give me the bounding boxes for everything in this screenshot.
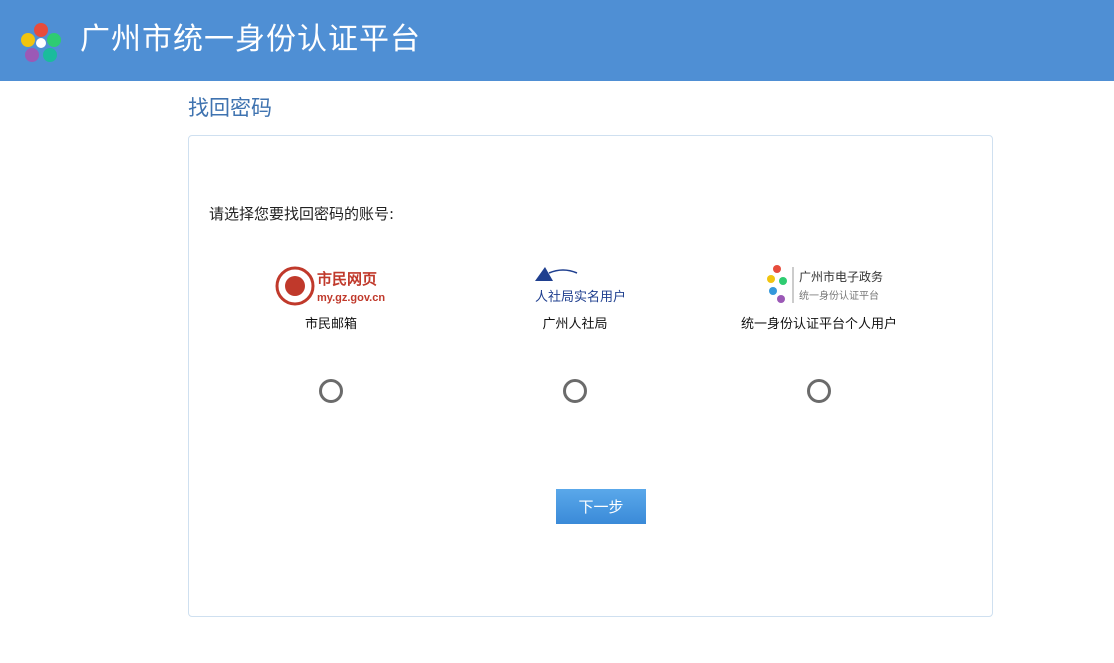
option-unified-personal[interactable]: 广州市电子政务 统一身份认证平台 统一身份认证平台个人用户 (697, 261, 941, 411)
citizen-web-logo-icon: 市民网页 my.gz.gov.cn (275, 266, 385, 306)
radio-citizen-mail[interactable] (319, 379, 343, 403)
flower-logo-icon (21, 23, 61, 62)
recover-password-card: 请选择您要找回密码的账号: 市民网页 my.gz.gov.cn 市民邮箱 人社局… (188, 135, 993, 617)
hrss-logo-icon: 人社局实名用户 (535, 267, 626, 304)
gz-egov-logo-text: 广州市电子政务 (799, 269, 883, 284)
citizen-web-logo-url: my.gz.gov.cn (317, 292, 385, 304)
radio-unified-personal[interactable] (807, 379, 831, 403)
option-label-gz-hrss: 广州人社局 (542, 317, 608, 332)
hrss-logo-text: 人社局实名用户 (535, 289, 626, 304)
page-title: 找回密码 (188, 96, 272, 120)
platform-title: 广州市统一身份认证平台 (80, 22, 421, 57)
option-label-unified-personal: 统一身份认证平台个人用户 (740, 317, 897, 332)
citizen-web-logo-text: 市民网页 (317, 270, 377, 288)
next-step-button[interactable]: 下一步 (556, 489, 646, 524)
option-gz-hrss[interactable]: 人社局实名用户 广州人社局 (453, 261, 697, 411)
option-citizen-mail[interactable]: 市民网页 my.gz.gov.cn 市民邮箱 (209, 261, 453, 411)
option-label-citizen-mail: 市民邮箱 (304, 317, 357, 332)
gz-egov-logo-sub: 统一身份认证平台 (799, 289, 879, 302)
account-select-prompt: 请选择您要找回密码的账号: (209, 205, 395, 223)
radio-gz-hrss[interactable] (563, 379, 587, 403)
gz-egov-logo-icon: 广州市电子政务 统一身份认证平台 (767, 265, 883, 303)
top-header-bar: 广州市统一身份认证平台 (0, 0, 1114, 81)
